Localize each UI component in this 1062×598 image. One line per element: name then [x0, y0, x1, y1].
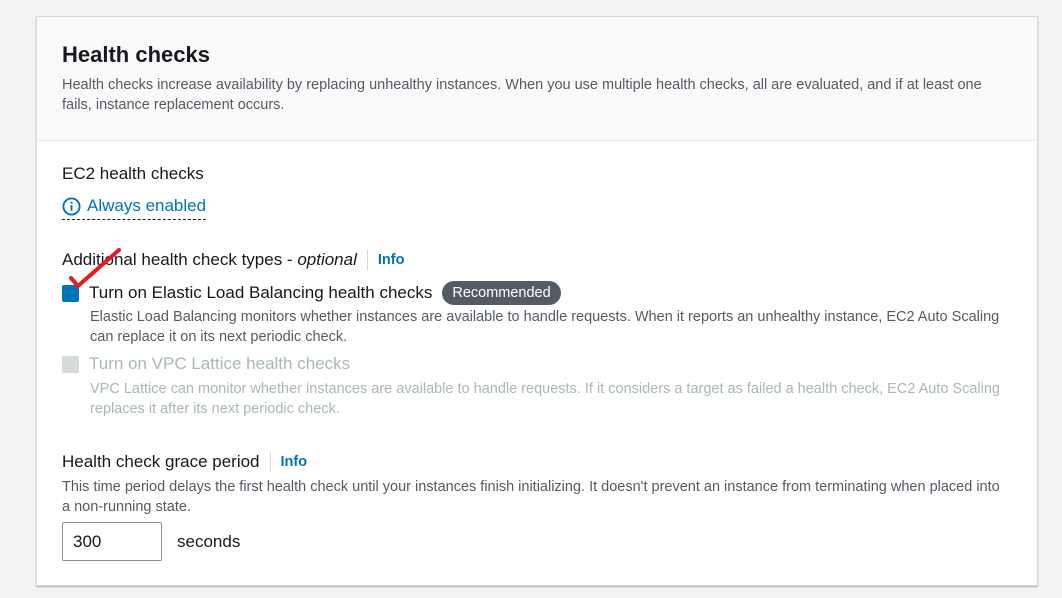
panel-header: Health checks Health checks increase ava… [37, 17, 1037, 141]
vpc-lattice-checkbox [62, 355, 79, 373]
elb-checkbox-label: Turn on Elastic Load Balancing health ch… [89, 283, 433, 302]
grace-period-label-text: Health check grace period [62, 452, 260, 471]
vpc-lattice-health-check-option: Turn on VPC Lattice health checks [62, 353, 350, 375]
optional-text: optional [297, 250, 357, 269]
additional-info-link[interactable]: Info [366, 250, 404, 270]
elb-checkbox[interactable] [62, 284, 79, 302]
vpc-lattice-checkbox-label: Turn on VPC Lattice health checks [89, 354, 351, 373]
panel-description: Health checks increase availability by r… [62, 77, 982, 113]
additional-label-text: Additional health check types - [62, 250, 298, 269]
grace-period-unit: seconds [177, 532, 241, 551]
always-enabled-link[interactable]: Always enabled [62, 195, 207, 220]
always-enabled-text: Always enabled [87, 196, 207, 215]
health-checks-panel: Health checks Health checks increase ava… [36, 16, 1038, 586]
elb-health-check-option[interactable]: Turn on Elastic Load Balancing health ch… [62, 281, 561, 305]
info-circle-icon [62, 196, 81, 216]
vpc-lattice-description: VPC Lattice can monitor whether instance… [90, 381, 1000, 417]
grace-period-description: This time period delays the first health… [62, 479, 1000, 515]
grace-period-info-link[interactable]: Info [269, 452, 307, 472]
grace-period-label: Health check grace period Info [62, 451, 307, 473]
additional-health-check-types-label: Additional health check types - optional… [62, 249, 404, 271]
panel-title: Health checks [62, 42, 210, 67]
ec2-health-checks-label: EC2 health checks [62, 164, 204, 183]
elb-description: Elastic Load Balancing monitors whether … [90, 309, 1000, 345]
grace-period-input[interactable] [62, 522, 162, 561]
recommended-badge: Recommended [442, 281, 561, 305]
